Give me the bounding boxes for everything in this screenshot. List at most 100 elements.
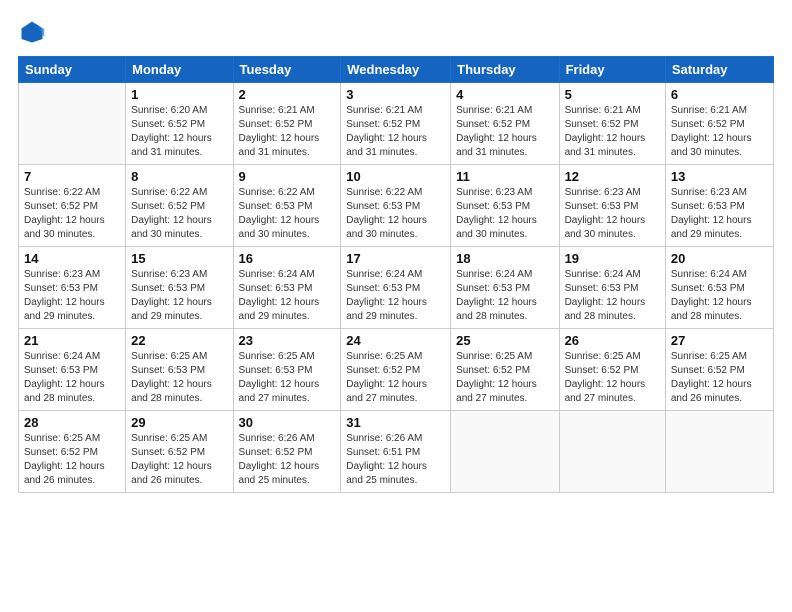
day-info: Sunrise: 6:25 AM Sunset: 6:52 PM Dayligh…	[131, 432, 227, 488]
calendar-cell: 6Sunrise: 6:21 AM Sunset: 6:52 PM Daylig…	[665, 83, 773, 165]
weekday-header-friday: Friday	[559, 57, 665, 83]
day-number: 10	[346, 169, 445, 184]
day-number: 5	[565, 87, 660, 102]
calendar-cell: 13Sunrise: 6:23 AM Sunset: 6:53 PM Dayli…	[665, 165, 773, 247]
day-info: Sunrise: 6:21 AM Sunset: 6:52 PM Dayligh…	[239, 104, 336, 160]
calendar-cell: 31Sunrise: 6:26 AM Sunset: 6:51 PM Dayli…	[341, 411, 451, 493]
day-number: 14	[24, 251, 120, 266]
calendar-cell: 30Sunrise: 6:26 AM Sunset: 6:52 PM Dayli…	[233, 411, 341, 493]
calendar-cell: 29 Sunrise: 6:25 AM Sunset: 6:52 PM Dayli…	[126, 411, 233, 493]
day-info: Sunrise: 6:20 AM Sunset: 6:52 PM Dayligh…	[131, 104, 227, 160]
day-info: Sunrise: 6:25 AM Sunset: 6:52 PM Dayligh…	[565, 350, 660, 406]
calendar-cell	[451, 411, 559, 493]
calendar-cell: 11 Sunrise: 6:23 AM Sunset: 6:53 PM Dayli…	[451, 165, 559, 247]
day-info: Sunrise: 6:21 AM Sunset: 6:52 PM Dayligh…	[565, 104, 660, 160]
day-info: Sunrise: 6:22 AM Sunset: 6:52 PM Dayligh…	[131, 186, 227, 242]
day-number: 11	[456, 169, 553, 184]
calendar-cell: 20 Sunrise: 6:24 AM Sunset: 6:53 PM Dayli…	[665, 247, 773, 329]
day-number: 27	[671, 333, 768, 348]
week-row-3: 14 Sunrise: 6:23 AM Sunset: 6:53 PM Dayli…	[19, 247, 774, 329]
day-info: Sunrise: 6:25 AM Sunset: 6:53 PM Dayligh…	[239, 350, 336, 406]
calendar-cell: 21 Sunrise: 6:24 AM Sunset: 6:53 PM Dayli…	[19, 329, 126, 411]
day-number: 1	[131, 87, 227, 102]
calendar-cell: 28Sunrise: 6:25 AM Sunset: 6:52 PM Dayli…	[19, 411, 126, 493]
day-number: 7	[24, 169, 120, 184]
day-number: 9	[239, 169, 336, 184]
day-number: 30	[239, 415, 336, 430]
calendar-cell: 10 Sunrise: 6:22 AM Sunset: 6:53 PM Dayli…	[341, 165, 451, 247]
weekday-header-saturday: Saturday	[665, 57, 773, 83]
calendar-cell: 5 Sunrise: 6:21 AM Sunset: 6:52 PM Daylig…	[559, 83, 665, 165]
calendar-cell: 19 Sunrise: 6:24 AM Sunset: 6:53 PM Dayli…	[559, 247, 665, 329]
calendar-cell: 18 Sunrise: 6:24 AM Sunset: 6:53 PM Dayli…	[451, 247, 559, 329]
day-info: Sunrise: 6:25 AM Sunset: 6:52 PM Dayligh…	[346, 350, 445, 406]
calendar-cell: 2 Sunrise: 6:21 AM Sunset: 6:52 PM Daylig…	[233, 83, 341, 165]
calendar-cell: 9 Sunrise: 6:22 AM Sunset: 6:53 PM Daylig…	[233, 165, 341, 247]
calendar-cell: 14 Sunrise: 6:23 AM Sunset: 6:53 PM Dayli…	[19, 247, 126, 329]
weekday-header-wednesday: Wednesday	[341, 57, 451, 83]
day-info: Sunrise: 6:24 AM Sunset: 6:53 PM Dayligh…	[239, 268, 336, 324]
logo	[18, 18, 50, 46]
day-number: 22	[131, 333, 227, 348]
day-info: Sunrise: 6:24 AM Sunset: 6:53 PM Dayligh…	[565, 268, 660, 324]
day-info: Sunrise: 6:22 AM Sunset: 6:53 PM Dayligh…	[346, 186, 445, 242]
day-info: Sunrise: 6:25 AM Sunset: 6:52 PM Dayligh…	[456, 350, 553, 406]
day-number: 12	[565, 169, 660, 184]
calendar-cell: 25 Sunrise: 6:25 AM Sunset: 6:52 PM Dayli…	[451, 329, 559, 411]
day-info: Sunrise: 6:25 AM Sunset: 6:53 PM Dayligh…	[131, 350, 227, 406]
day-info: Sunrise: 6:23 AM Sunset: 6:53 PM Dayligh…	[24, 268, 120, 324]
day-number: 13	[671, 169, 768, 184]
calendar-cell: 4 Sunrise: 6:21 AM Sunset: 6:52 PM Daylig…	[451, 83, 559, 165]
weekday-header-tuesday: Tuesday	[233, 57, 341, 83]
day-info: Sunrise: 6:21 AM Sunset: 6:52 PM Dayligh…	[346, 104, 445, 160]
day-number: 18	[456, 251, 553, 266]
day-number: 19	[565, 251, 660, 266]
calendar-table: SundayMondayTuesdayWednesdayThursdayFrid…	[18, 56, 774, 493]
day-number: 29	[131, 415, 227, 430]
calendar-cell: 23 Sunrise: 6:25 AM Sunset: 6:53 PM Dayli…	[233, 329, 341, 411]
page: SundayMondayTuesdayWednesdayThursdayFrid…	[0, 0, 792, 612]
calendar-cell	[665, 411, 773, 493]
calendar-cell: 1 Sunrise: 6:20 AM Sunset: 6:52 PM Daylig…	[126, 83, 233, 165]
day-info: Sunrise: 6:24 AM Sunset: 6:53 PM Dayligh…	[671, 268, 768, 324]
week-row-1: 1 Sunrise: 6:20 AM Sunset: 6:52 PM Daylig…	[19, 83, 774, 165]
calendar-cell	[19, 83, 126, 165]
day-number: 3	[346, 87, 445, 102]
day-number: 20	[671, 251, 768, 266]
day-info: Sunrise: 6:22 AM Sunset: 6:53 PM Dayligh…	[239, 186, 336, 242]
week-row-5: 28Sunrise: 6:25 AM Sunset: 6:52 PM Dayli…	[19, 411, 774, 493]
day-info: Sunrise: 6:21 AM Sunset: 6:52 PM Dayligh…	[456, 104, 553, 160]
day-info: Sunrise: 6:24 AM Sunset: 6:53 PM Dayligh…	[24, 350, 120, 406]
day-number: 6	[671, 87, 768, 102]
day-info: Sunrise: 6:25 AM Sunset: 6:52 PM Dayligh…	[24, 432, 120, 488]
day-number: 8	[131, 169, 227, 184]
calendar-cell: 27 Sunrise: 6:25 AM Sunset: 6:52 PM Dayli…	[665, 329, 773, 411]
header	[18, 18, 774, 46]
day-info: Sunrise: 6:22 AM Sunset: 6:52 PM Dayligh…	[24, 186, 120, 242]
day-info: Sunrise: 6:24 AM Sunset: 6:53 PM Dayligh…	[456, 268, 553, 324]
weekday-header-sunday: Sunday	[19, 57, 126, 83]
calendar-cell: 17 Sunrise: 6:24 AM Sunset: 6:53 PM Dayli…	[341, 247, 451, 329]
day-number: 23	[239, 333, 336, 348]
week-row-4: 21 Sunrise: 6:24 AM Sunset: 6:53 PM Dayli…	[19, 329, 774, 411]
day-number: 26	[565, 333, 660, 348]
week-row-2: 7 Sunrise: 6:22 AM Sunset: 6:52 PM Daylig…	[19, 165, 774, 247]
day-info: Sunrise: 6:23 AM Sunset: 6:53 PM Dayligh…	[456, 186, 553, 242]
weekday-header-row: SundayMondayTuesdayWednesdayThursdayFrid…	[19, 57, 774, 83]
calendar-cell: 22 Sunrise: 6:25 AM Sunset: 6:53 PM Dayli…	[126, 329, 233, 411]
weekday-header-monday: Monday	[126, 57, 233, 83]
day-number: 21	[24, 333, 120, 348]
day-info: Sunrise: 6:25 AM Sunset: 6:52 PM Dayligh…	[671, 350, 768, 406]
day-number: 31	[346, 415, 445, 430]
day-number: 25	[456, 333, 553, 348]
day-info: Sunrise: 6:23 AM Sunset: 6:53 PM Dayligh…	[565, 186, 660, 242]
day-number: 2	[239, 87, 336, 102]
day-number: 17	[346, 251, 445, 266]
calendar-cell: 12 Sunrise: 6:23 AM Sunset: 6:53 PM Dayli…	[559, 165, 665, 247]
day-info: Sunrise: 6:23 AM Sunset: 6:53 PM Dayligh…	[131, 268, 227, 324]
calendar-cell: 8 Sunrise: 6:22 AM Sunset: 6:52 PM Daylig…	[126, 165, 233, 247]
weekday-header-thursday: Thursday	[451, 57, 559, 83]
day-number: 4	[456, 87, 553, 102]
day-info: Sunrise: 6:24 AM Sunset: 6:53 PM Dayligh…	[346, 268, 445, 324]
day-number: 16	[239, 251, 336, 266]
